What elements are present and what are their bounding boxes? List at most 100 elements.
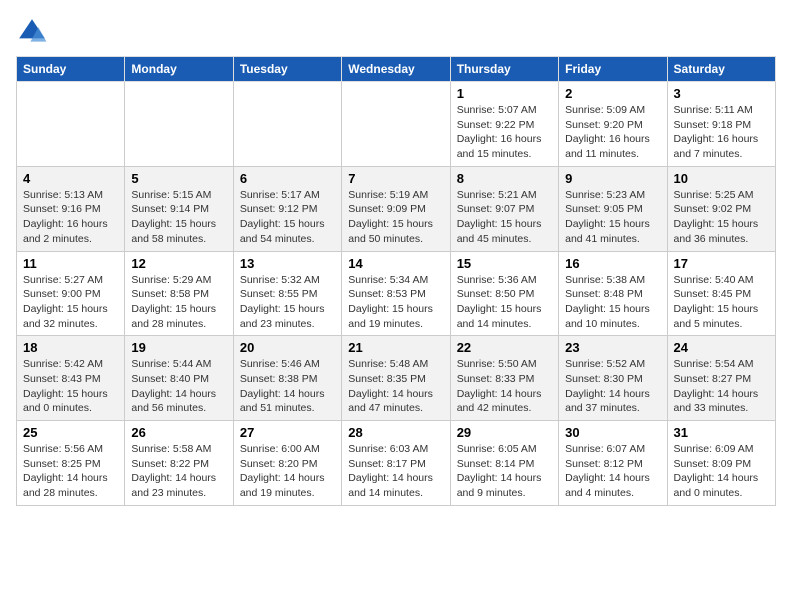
- day-cell: 7 Sunrise: 5:19 AMSunset: 9:09 PMDaylight…: [342, 166, 450, 251]
- day-info: Sunrise: 5:38 AMSunset: 8:48 PMDaylight:…: [565, 273, 660, 332]
- day-cell: 10 Sunrise: 5:25 AMSunset: 9:02 PMDayligh…: [667, 166, 775, 251]
- day-cell: 8 Sunrise: 5:21 AMSunset: 9:07 PMDaylight…: [450, 166, 558, 251]
- page-header: [16, 16, 776, 48]
- day-number: 28: [348, 425, 443, 440]
- day-number: 1: [457, 86, 552, 101]
- day-number: 19: [131, 340, 226, 355]
- day-info: Sunrise: 5:11 AMSunset: 9:18 PMDaylight:…: [674, 103, 769, 162]
- day-cell: 20Sunrise: 5:46 AMSunset: 8:38 PMDayligh…: [233, 336, 341, 421]
- day-info: Sunrise: 5:56 AMSunset: 8:25 PMDaylight:…: [23, 442, 118, 501]
- day-info: Sunrise: 5:32 AMSunset: 8:55 PMDaylight:…: [240, 273, 335, 332]
- day-info: Sunrise: 5:50 AMSunset: 8:33 PMDaylight:…: [457, 357, 552, 416]
- day-number: 7: [348, 171, 443, 186]
- day-number: 2: [565, 86, 660, 101]
- week-row: 25 Sunrise: 5:56 AMSunset: 8:25 PMDayligh…: [17, 421, 776, 506]
- day-info: Sunrise: 6:05 AMSunset: 8:14 PMDaylight:…: [457, 442, 552, 501]
- day-number: 22: [457, 340, 552, 355]
- day-info: Sunrise: 5:48 AMSunset: 8:35 PMDaylight:…: [348, 357, 443, 416]
- day-cell: 14 Sunrise: 5:34 AMSunset: 8:53 PMDayligh…: [342, 251, 450, 336]
- day-cell: 1 Sunrise: 5:07 AMSunset: 9:22 PMDaylight…: [450, 82, 558, 167]
- logo: [16, 16, 52, 48]
- col-header-thursday: Thursday: [450, 57, 558, 82]
- day-info: Sunrise: 5:21 AMSunset: 9:07 PMDaylight:…: [457, 188, 552, 247]
- day-info: Sunrise: 5:54 AMSunset: 8:27 PMDaylight:…: [674, 357, 769, 416]
- day-cell: 22 Sunrise: 5:50 AMSunset: 8:33 PMDayligh…: [450, 336, 558, 421]
- day-cell: 27 Sunrise: 6:00 AMSunset: 8:20 PMDayligh…: [233, 421, 341, 506]
- day-info: Sunrise: 5:15 AMSunset: 9:14 PMDaylight:…: [131, 188, 226, 247]
- header-row: SundayMondayTuesdayWednesdayThursdayFrid…: [17, 57, 776, 82]
- day-cell: [233, 82, 341, 167]
- day-cell: 23 Sunrise: 5:52 AMSunset: 8:30 PMDayligh…: [559, 336, 667, 421]
- col-header-monday: Monday: [125, 57, 233, 82]
- day-info: Sunrise: 5:07 AMSunset: 9:22 PMDaylight:…: [457, 103, 552, 162]
- day-number: 5: [131, 171, 226, 186]
- day-info: Sunrise: 5:52 AMSunset: 8:30 PMDaylight:…: [565, 357, 660, 416]
- col-header-wednesday: Wednesday: [342, 57, 450, 82]
- week-row: 4Sunrise: 5:13 AMSunset: 9:16 PMDaylight…: [17, 166, 776, 251]
- day-number: 11: [23, 256, 118, 271]
- col-header-saturday: Saturday: [667, 57, 775, 82]
- day-info: Sunrise: 5:27 AMSunset: 9:00 PMDaylight:…: [23, 273, 118, 332]
- day-number: 12: [131, 256, 226, 271]
- day-info: Sunrise: 5:44 AMSunset: 8:40 PMDaylight:…: [131, 357, 226, 416]
- day-cell: 31 Sunrise: 6:09 AMSunset: 8:09 PMDayligh…: [667, 421, 775, 506]
- day-number: 13: [240, 256, 335, 271]
- day-number: 18: [23, 340, 118, 355]
- day-number: 31: [674, 425, 769, 440]
- day-info: Sunrise: 5:17 AMSunset: 9:12 PMDaylight:…: [240, 188, 335, 247]
- day-number: 6: [240, 171, 335, 186]
- day-number: 24: [674, 340, 769, 355]
- day-number: 20: [240, 340, 335, 355]
- day-info: Sunrise: 6:07 AMSunset: 8:12 PMDaylight:…: [565, 442, 660, 501]
- day-info: Sunrise: 5:09 AMSunset: 9:20 PMDaylight:…: [565, 103, 660, 162]
- day-number: 4: [23, 171, 118, 186]
- day-info: Sunrise: 5:34 AMSunset: 8:53 PMDaylight:…: [348, 273, 443, 332]
- day-number: 27: [240, 425, 335, 440]
- day-cell: [125, 82, 233, 167]
- day-cell: [342, 82, 450, 167]
- day-cell: 30 Sunrise: 6:07 AMSunset: 8:12 PMDayligh…: [559, 421, 667, 506]
- day-cell: 2 Sunrise: 5:09 AMSunset: 9:20 PMDaylight…: [559, 82, 667, 167]
- day-number: 3: [674, 86, 769, 101]
- day-cell: 17 Sunrise: 5:40 AMSunset: 8:45 PMDayligh…: [667, 251, 775, 336]
- day-info: Sunrise: 5:36 AMSunset: 8:50 PMDaylight:…: [457, 273, 552, 332]
- day-cell: 18 Sunrise: 5:42 AMSunset: 8:43 PMDayligh…: [17, 336, 125, 421]
- day-number: 14: [348, 256, 443, 271]
- day-number: 23: [565, 340, 660, 355]
- day-cell: 5 Sunrise: 5:15 AMSunset: 9:14 PMDaylight…: [125, 166, 233, 251]
- week-row: 18 Sunrise: 5:42 AMSunset: 8:43 PMDayligh…: [17, 336, 776, 421]
- calendar-table: SundayMondayTuesdayWednesdayThursdayFrid…: [16, 56, 776, 506]
- day-cell: [17, 82, 125, 167]
- day-number: 30: [565, 425, 660, 440]
- day-cell: 16 Sunrise: 5:38 AMSunset: 8:48 PMDayligh…: [559, 251, 667, 336]
- day-info: Sunrise: 5:40 AMSunset: 8:45 PMDaylight:…: [674, 273, 769, 332]
- day-number: 8: [457, 171, 552, 186]
- day-number: 15: [457, 256, 552, 271]
- day-cell: 11 Sunrise: 5:27 AMSunset: 9:00 PMDayligh…: [17, 251, 125, 336]
- day-cell: 28 Sunrise: 6:03 AMSunset: 8:17 PMDayligh…: [342, 421, 450, 506]
- day-cell: 24 Sunrise: 5:54 AMSunset: 8:27 PMDayligh…: [667, 336, 775, 421]
- day-cell: 6 Sunrise: 5:17 AMSunset: 9:12 PMDaylight…: [233, 166, 341, 251]
- col-header-friday: Friday: [559, 57, 667, 82]
- day-number: 17: [674, 256, 769, 271]
- day-cell: 4Sunrise: 5:13 AMSunset: 9:16 PMDaylight…: [17, 166, 125, 251]
- col-header-tuesday: Tuesday: [233, 57, 341, 82]
- day-info: Sunrise: 5:58 AMSunset: 8:22 PMDaylight:…: [131, 442, 226, 501]
- day-number: 25: [23, 425, 118, 440]
- day-number: 21: [348, 340, 443, 355]
- day-number: 10: [674, 171, 769, 186]
- day-info: Sunrise: 5:25 AMSunset: 9:02 PMDaylight:…: [674, 188, 769, 247]
- day-info: Sunrise: 5:23 AMSunset: 9:05 PMDaylight:…: [565, 188, 660, 247]
- day-cell: 12Sunrise: 5:29 AMSunset: 8:58 PMDayligh…: [125, 251, 233, 336]
- day-info: Sunrise: 6:03 AMSunset: 8:17 PMDaylight:…: [348, 442, 443, 501]
- day-cell: 3 Sunrise: 5:11 AMSunset: 9:18 PMDaylight…: [667, 82, 775, 167]
- col-header-sunday: Sunday: [17, 57, 125, 82]
- day-info: Sunrise: 6:00 AMSunset: 8:20 PMDaylight:…: [240, 442, 335, 501]
- week-row: 1 Sunrise: 5:07 AMSunset: 9:22 PMDaylight…: [17, 82, 776, 167]
- day-cell: 15 Sunrise: 5:36 AMSunset: 8:50 PMDayligh…: [450, 251, 558, 336]
- day-info: Sunrise: 5:42 AMSunset: 8:43 PMDaylight:…: [23, 357, 118, 416]
- day-number: 16: [565, 256, 660, 271]
- day-info: Sunrise: 5:19 AMSunset: 9:09 PMDaylight:…: [348, 188, 443, 247]
- day-info: Sunrise: 6:09 AMSunset: 8:09 PMDaylight:…: [674, 442, 769, 501]
- day-cell: 13 Sunrise: 5:32 AMSunset: 8:55 PMDayligh…: [233, 251, 341, 336]
